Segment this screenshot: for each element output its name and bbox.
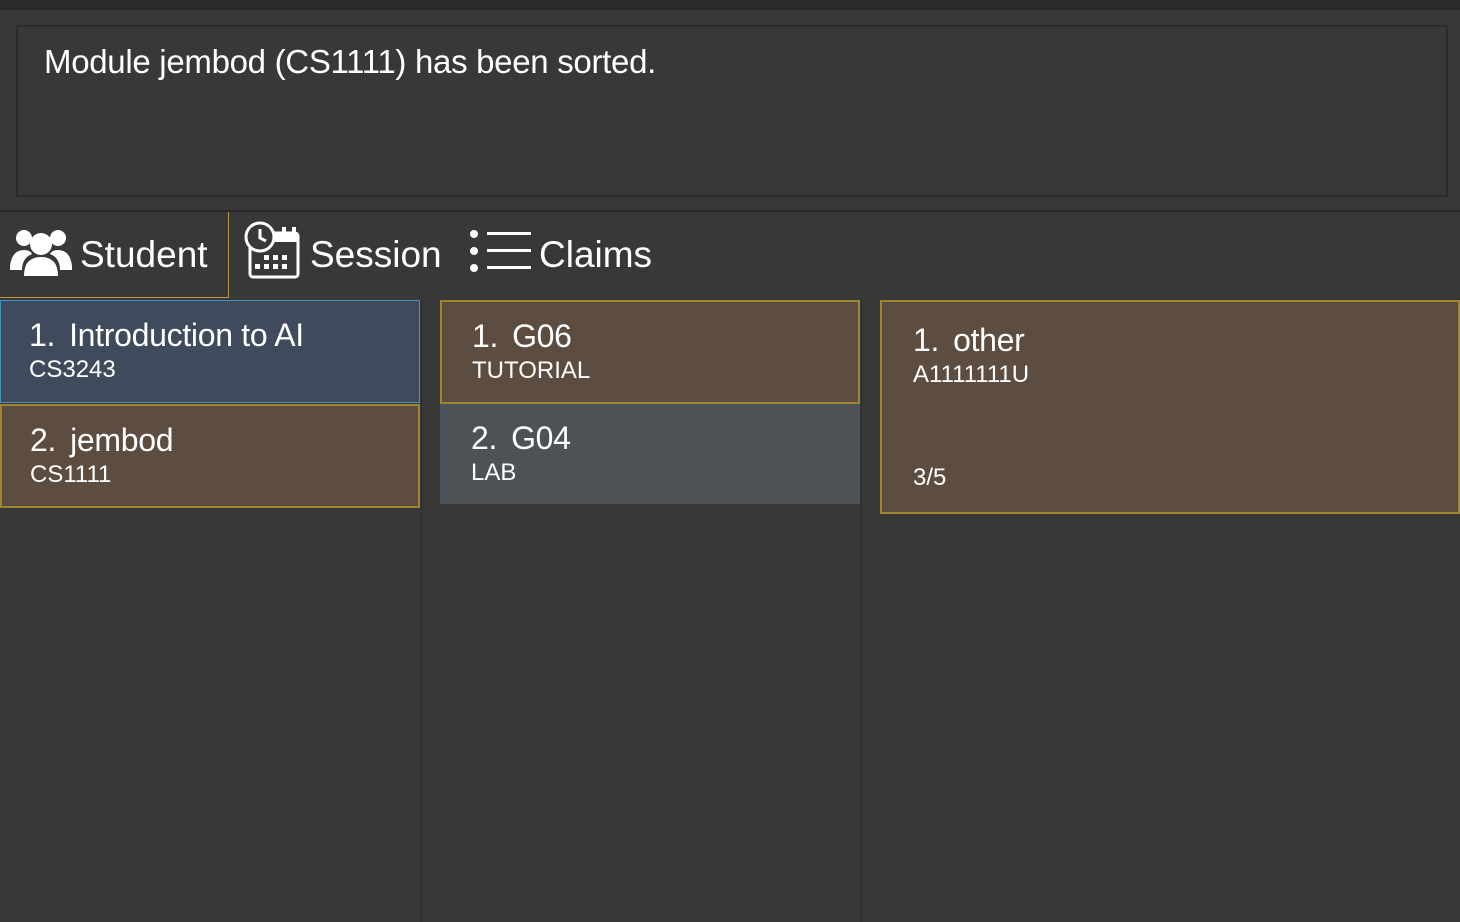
session-card[interactable]: 2. G04 LAB (440, 404, 860, 504)
claim-progress: 3/5 (913, 464, 947, 491)
module-code: CS1111 (30, 461, 112, 488)
list-icon (469, 229, 531, 282)
result-display: Module jembod (CS1111) has been sorted. (16, 25, 1448, 197)
module-card[interactable]: 2. jembod CS1111 (0, 404, 420, 508)
tab-student[interactable]: Student (0, 212, 229, 298)
claim-title: 1. other (913, 322, 1025, 358)
session-title: 2. G04 (471, 420, 571, 456)
claims-list: 1. other A1111111U 3/5 (880, 300, 1460, 922)
result-message: Module jembod (CS1111) has been sorted. (44, 43, 656, 80)
claim-id: A1111111U (913, 361, 1030, 388)
session-title: 1. G06 (472, 318, 572, 354)
tab-claims[interactable]: Claims (469, 212, 652, 298)
tab-session-label: Session (310, 234, 442, 275)
calendar-clock-icon (242, 221, 302, 290)
module-list: 1. Introduction to AI CS3243 2. jembod CS1… (0, 300, 422, 922)
window-top-bar (0, 0, 1460, 10)
tab-bar: Student Session Claims (0, 212, 1460, 300)
module-title: 2. jembod (30, 422, 174, 458)
tab-student-label: Student (80, 233, 208, 275)
tab-claims-label: Claims (539, 234, 653, 275)
module-code: CS3243 (29, 356, 116, 383)
session-card[interactable]: 1. G06 TUTORIAL (440, 300, 860, 404)
session-list: 1. G06 TUTORIAL 2. G04 LAB (440, 300, 862, 922)
session-type: TUTORIAL (472, 357, 591, 384)
session-type: LAB (471, 459, 517, 486)
users-icon (10, 224, 72, 285)
module-card[interactable]: 1. Introduction to AI CS3243 (0, 300, 420, 403)
module-title: 1. Introduction to AI (29, 317, 304, 353)
claim-card[interactable]: 1. other A1111111U 3/5 (880, 300, 1460, 514)
tab-session[interactable]: Session (242, 212, 442, 298)
